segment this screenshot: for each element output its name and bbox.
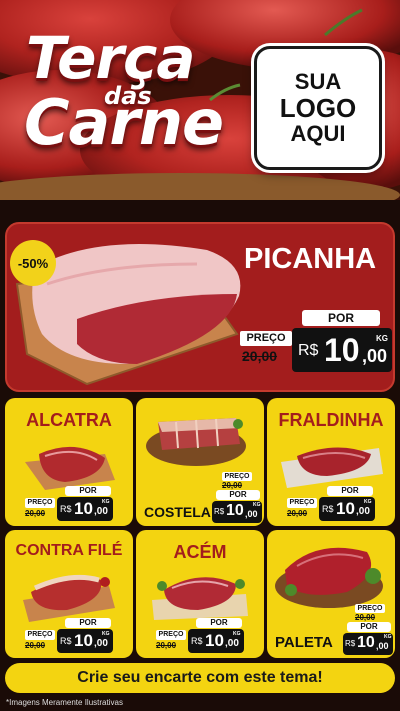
new-price-box: R$ 10 ,00 KG (57, 629, 113, 653)
new-price-label: POR (302, 310, 380, 326)
old-price-label: PREÇO (25, 630, 55, 640)
logo-placeholder[interactable]: SUA LOGO AQUI (254, 46, 382, 170)
featured-product-name: PICANHA (244, 243, 377, 275)
new-price-box: R$ 10 ,00 KG (319, 497, 375, 521)
product-card-acem[interactable]: ACÉM PREÇO 20,00 POR R$ 10 ,00 KG (136, 530, 264, 658)
currency-symbol: R$ (191, 636, 203, 646)
old-price-label: PREÇO (222, 472, 252, 481)
old-price-label: PREÇO (287, 498, 317, 508)
price-cents: ,00 (94, 638, 108, 649)
product-card-costela[interactable]: PREÇO 20,00 POR R$ 10 ,00 KG COSTELA (136, 398, 264, 526)
discount-badge: -50% (10, 240, 56, 286)
logo-text-line3: AQUI (290, 121, 346, 147)
new-price-box: R$ 10 ,00 KG (188, 629, 244, 653)
product-card-contra-file[interactable]: CONTRA FILÉ PREÇO 20,00 POR R$ 10 ,00 KG (5, 530, 133, 658)
currency-symbol: R$ (345, 639, 356, 648)
old-price-value: 20,00 (25, 509, 46, 518)
new-price-label: POR (327, 486, 373, 496)
price-integer: 10 (74, 631, 93, 650)
new-price-box: R$ 10 ,00 KG (292, 328, 392, 372)
price-cents: ,00 (362, 346, 388, 366)
new-price-label: POR (347, 622, 391, 632)
price-tag: PREÇO 20,00 (353, 604, 393, 624)
old-price-label: PREÇO (355, 604, 385, 613)
old-price-value: 20,00 (355, 613, 376, 622)
header-banner: Terça das Carne SUA LOGO AQUI (0, 0, 400, 210)
product-name: PALETA (275, 634, 333, 651)
flyer-page: Terça das Carne SUA LOGO AQUI -50% PICAN… (0, 0, 400, 711)
price-integer: 10 (357, 634, 375, 651)
old-price-value: 20,00 (287, 509, 308, 518)
price-tag: PREÇO 20,00 POR R$ 10 ,00 KG (25, 484, 121, 524)
currency-symbol: R$ (214, 507, 225, 516)
product-card-fraldinha[interactable]: FRALDINHA PREÇO 20,00 POR R$ 10 ,00 KG (267, 398, 395, 526)
new-price-label: POR (216, 490, 260, 500)
price-tag: PREÇO 20,00 POR R$ 10 ,00 KG (156, 616, 252, 656)
currency-symbol: R$ (322, 504, 334, 514)
old-price-value: 20,00 (25, 641, 46, 650)
new-price-box: R$ 10 ,00 KG (57, 497, 113, 521)
old-price-label: PREÇO (156, 630, 186, 640)
price-integer: 10 (226, 502, 244, 519)
price-integer: 10 (74, 499, 93, 518)
price-cents: ,00 (94, 506, 108, 517)
price-tag: PREÇO 20,00 POR R$ 10 ,00 KG (25, 616, 121, 656)
price-unit: KG (364, 499, 372, 505)
new-price-label: POR (65, 618, 111, 628)
old-price-value: 20,00 (222, 481, 243, 490)
price-tag-new: POR R$ 10 ,00 KG (212, 490, 264, 524)
old-price-label: PREÇO (240, 331, 292, 346)
product-card-alcatra[interactable]: ALCATRA PREÇO 20,00 POR R$ 10 ,00 KG (5, 398, 133, 526)
price-unit: KG (253, 502, 261, 508)
price-integer: 10 (324, 332, 360, 368)
create-flyer-button[interactable]: Crie seu encarte com este tema! (5, 663, 395, 693)
images-disclaimer: *Imagens Meramente Ilustrativas (6, 698, 123, 707)
price-unit: KG (102, 499, 110, 505)
new-price-label: POR (196, 618, 242, 628)
logo-text-line2: LOGO (279, 92, 357, 123)
price-cents: ,00 (245, 509, 258, 519)
logo-text-line1: SUA (294, 69, 342, 95)
new-price-box: R$ 10 ,00 KG (343, 633, 393, 655)
currency-symbol: R$ (298, 342, 319, 359)
price-cents: ,00 (376, 641, 389, 651)
featured-price-tag: PREÇO 20,00 POR R$ 10 ,00 KG (240, 306, 392, 376)
price-cents: ,00 (356, 506, 370, 517)
product-name: COSTELA (144, 504, 211, 520)
new-price-box: R$ 10 ,00 KG (212, 501, 262, 523)
old-price-label: PREÇO (25, 498, 55, 508)
price-unit: KG (233, 631, 241, 637)
price-integer: 10 (336, 499, 355, 518)
title-carne: Carne (24, 86, 224, 159)
currency-symbol: R$ (60, 504, 72, 514)
new-price-label: POR (65, 486, 111, 496)
price-unit: KG (376, 334, 388, 343)
price-tag-new: POR R$ 10 ,00 KG (343, 622, 395, 656)
price-integer: 10 (205, 631, 224, 650)
price-unit: KG (102, 631, 110, 637)
product-card-paleta[interactable]: PREÇO 20,00 POR R$ 10 ,00 KG PALETA (267, 530, 395, 658)
price-cents: ,00 (225, 638, 239, 649)
price-tag: PREÇO 20,00 POR R$ 10 ,00 KG (287, 484, 383, 524)
old-price-value: 20,00 (242, 348, 278, 364)
old-price-value: 20,00 (156, 641, 177, 650)
price-unit: KG (384, 634, 392, 640)
currency-symbol: R$ (60, 636, 72, 646)
